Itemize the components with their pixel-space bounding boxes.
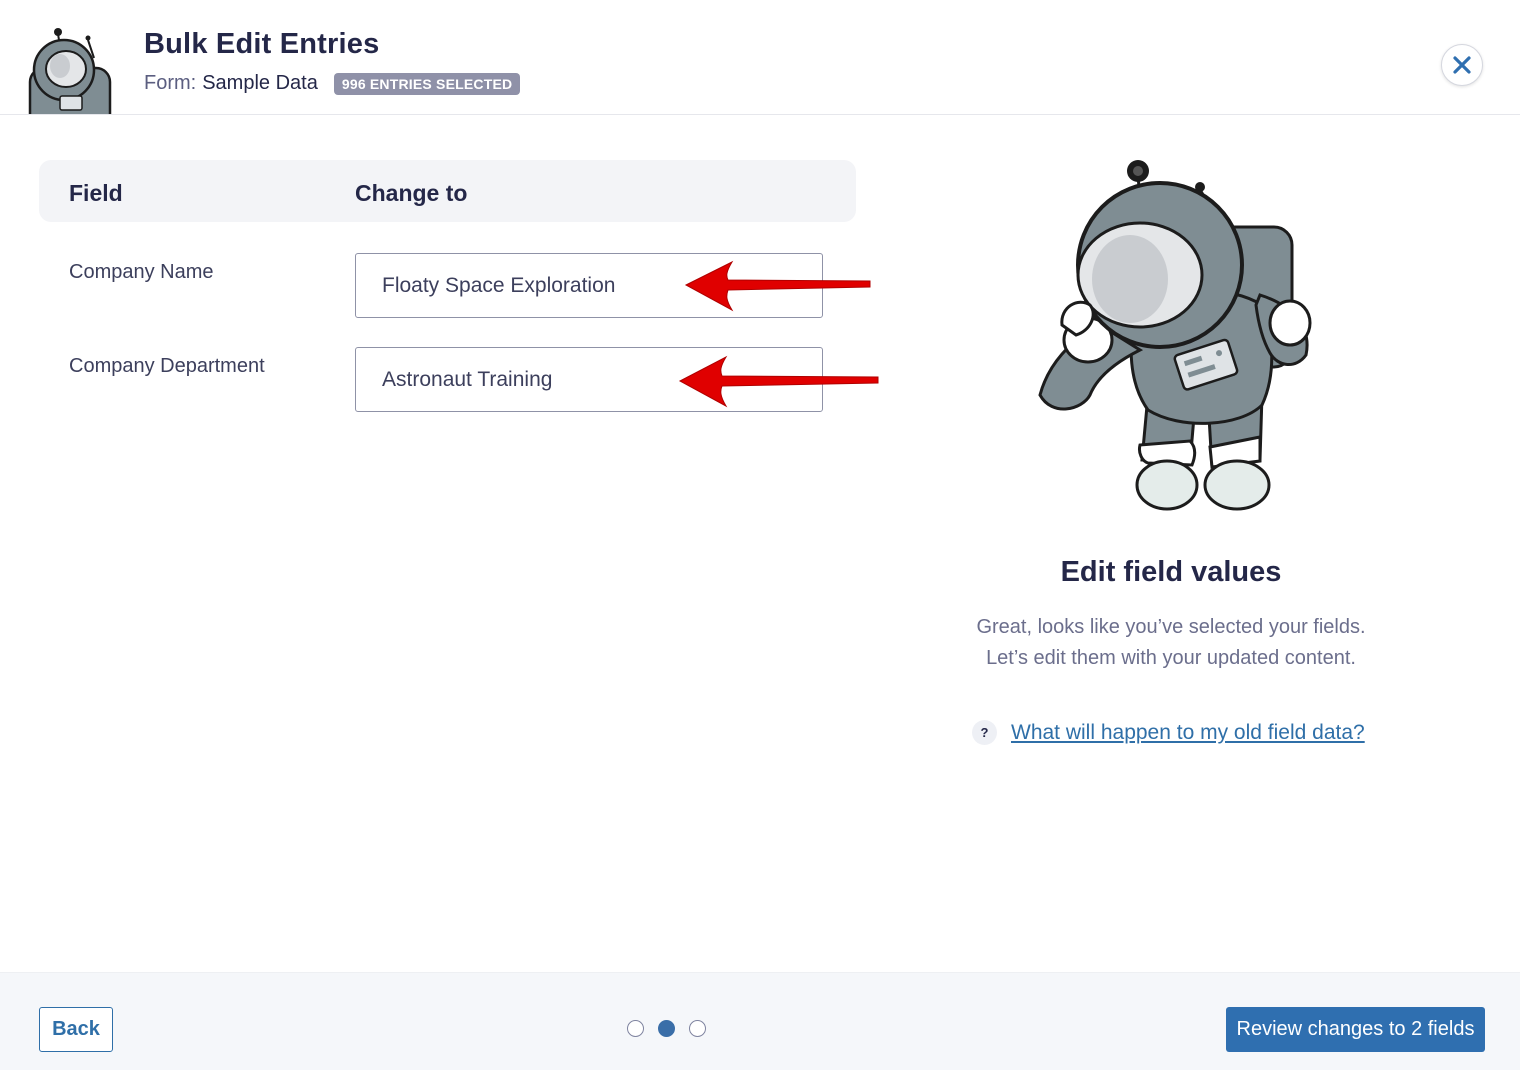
back-button[interactable]: Back [39,1007,113,1052]
question-mark-icon: ? [972,720,997,745]
help-row: ? What will happen to my old field data? [972,720,1365,745]
form-name: Sample Data [202,72,318,94]
company-name-input[interactable] [355,253,823,318]
panel-description: Great, looks like you’ve selected your f… [940,612,1402,674]
column-header-field: Field [69,180,123,206]
field-label-company-name: Company Name [69,261,214,283]
step-dot-1 [627,1020,644,1037]
company-department-input[interactable] [355,347,823,412]
astronaut-logo-icon [24,24,116,114]
panel-description-line-1: Great, looks like you’ve selected your f… [976,616,1366,638]
table-header: Field Change to [39,160,856,222]
modal-header: Bulk Edit Entries Form: Sample Data 996 … [0,0,1520,115]
modal-footer: Back Review changes to 2 fields [0,972,1520,1070]
old-field-data-help-link[interactable]: What will happen to my old field data? [1011,721,1365,745]
astronaut-illustration-icon [1038,160,1312,511]
step-dot-2 [658,1020,675,1037]
column-header-change-to: Change to [355,180,468,206]
close-icon [1453,56,1471,74]
step-indicator [627,1020,706,1037]
page-title: Bulk Edit Entries [144,28,380,60]
review-changes-button[interactable]: Review changes to 2 fields [1226,1007,1485,1052]
entries-selected-badge: 996 ENTRIES SELECTED [333,72,521,95]
form-subtitle: Form: Sample Data 996 ENTRIES SELECTED [144,72,521,95]
panel-title: Edit field values [1060,556,1282,588]
close-button[interactable] [1441,44,1483,86]
panel-description-line-2: Let’s edit them with your updated conten… [986,647,1356,669]
step-dot-3 [689,1020,706,1037]
form-prefix: Form: [144,72,197,94]
field-label-company-department: Company Department [69,355,265,377]
